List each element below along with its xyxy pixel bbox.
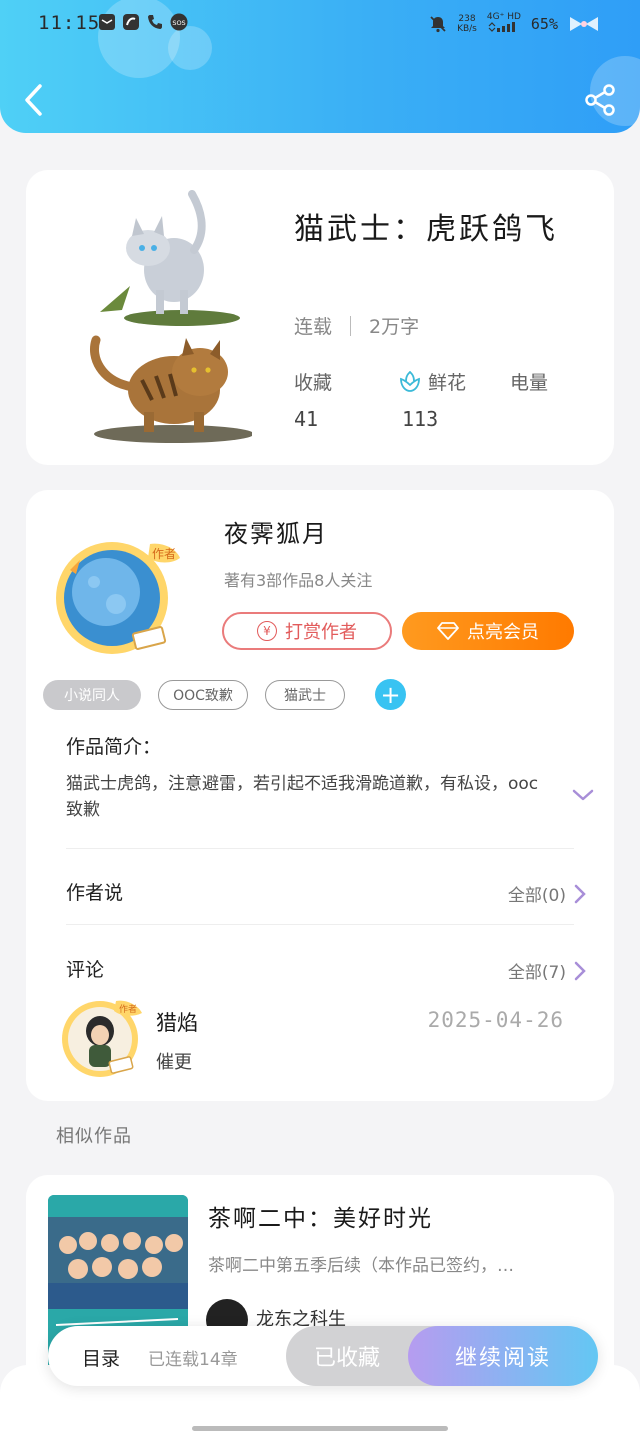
battery-icon: [570, 16, 598, 31]
divider: [66, 848, 574, 849]
intro-text: 猫武士虎鸽，注意避雷，若引起不适我滑跪道歉，有私设，ooc致歉: [66, 774, 539, 820]
power-label[interactable]: 电量: [510, 368, 548, 395]
call-icon: [148, 15, 162, 29]
similar-work-desc: 茶啊二中第五季后续（本作品已签约，…: [208, 1256, 514, 1276]
home-indicator[interactable]: [192, 1426, 448, 1431]
vip-label: 点亮会员: [467, 622, 539, 643]
commenter-badge-text: 作者: [119, 1003, 137, 1015]
status-notification-icons: SOS: [98, 13, 188, 31]
share-button[interactable]: [582, 82, 618, 118]
app-icon: [123, 14, 139, 30]
continue-reading-button[interactable]: 继续阅读: [408, 1326, 598, 1386]
similar-section-title: 相似作品: [56, 1126, 132, 1147]
commenter-name[interactable]: 猎焰: [156, 1007, 198, 1037]
serial-progress: 已连载14章: [148, 1350, 238, 1370]
net-speed-unit: KB/s: [457, 23, 477, 34]
comments-link[interactable]: 全部(7): [508, 958, 586, 983]
status-time: 11:15: [38, 12, 101, 34]
add-tag-button[interactable]: +: [375, 679, 406, 710]
comments-label: 评论: [66, 959, 105, 981]
book-status: 连载: [294, 316, 333, 338]
signal-icon: [488, 22, 515, 32]
diamond-icon: [437, 622, 459, 640]
divider: [66, 924, 574, 925]
commenter-avatar[interactable]: 作者: [60, 995, 144, 1079]
bottom-action-bar: 目录 已连载14章 已收藏 继续阅读: [48, 1326, 598, 1386]
author-name[interactable]: 夜霁狐月: [224, 514, 328, 549]
chevron-right-icon: [574, 961, 586, 980]
battery-percent: 65%: [530, 14, 558, 33]
author-badge-text: 作者: [152, 547, 176, 561]
book-info-card: 猫武士：虎跃鸽飞 连载 2万字 收藏 41 鲜花 113 电量: [26, 170, 614, 465]
book-word-count: 2万字: [369, 316, 420, 338]
tip-author-label: 打赏作者: [285, 622, 357, 643]
chevron-right-icon: [574, 884, 586, 903]
net-speed-value: 238: [458, 13, 476, 24]
favorites-label: 收藏: [294, 372, 333, 394]
comment-text: 催更: [156, 1052, 192, 1073]
intro-label: 作品简介：: [66, 736, 162, 758]
catalog-button[interactable]: 目录: [82, 1344, 120, 1371]
flowers-label: 鲜花: [428, 372, 467, 394]
comments-count: 全部(7): [507, 963, 566, 983]
header: 11:15 SOS 238 KB/s 4G⁺ HD 65%: [0, 0, 640, 133]
author-says-link[interactable]: 全部(0): [508, 881, 586, 906]
tip-author-button[interactable]: ¥ 打赏作者: [222, 612, 392, 650]
author-says-count: 全部(0): [507, 886, 566, 906]
similar-work-title: 茶啊二中：美好时光: [208, 1206, 433, 1232]
author-says-label: 作者说: [66, 882, 124, 904]
svg-text:SOS: SOS: [172, 19, 185, 27]
message-icon: [99, 14, 115, 30]
status-bar: 11:15 SOS 238 KB/s 4G⁺ HD 65%: [0, 0, 640, 50]
tag-chip[interactable]: 猫武士: [265, 680, 345, 710]
bell-muted-icon: [430, 15, 446, 32]
flower-icon: [400, 370, 420, 392]
chevron-down-icon[interactable]: [570, 786, 596, 804]
coin-icon: ¥: [257, 621, 277, 641]
tag-chip[interactable]: 小说同人: [43, 680, 141, 710]
status-system-icons: 238 KB/s 4G⁺ HD 65%: [429, 12, 600, 35]
sos-icon: SOS: [170, 13, 188, 31]
comment-date: 2025-04-26: [427, 1008, 564, 1032]
network-type-label: 4G⁺ HD: [486, 12, 521, 22]
author-works-info: 著有3部作品8人关注: [224, 571, 373, 590]
flowers-stat[interactable]: 鲜花: [398, 368, 466, 395]
vip-button[interactable]: 点亮会员: [402, 612, 574, 650]
book-title: 猫武士：虎跃鸽飞: [294, 212, 558, 247]
favorites-value: 41: [294, 407, 319, 431]
author-detail-card: 作者 夜霁狐月 著有3部作品8人关注 ¥ 打赏作者 点亮会员 小说同人 OOC致…: [26, 490, 614, 1101]
meta-divider: [350, 315, 352, 336]
tag-chip[interactable]: OOC致歉: [158, 680, 248, 710]
network-type: 4G⁺ HD: [487, 12, 521, 35]
author-avatar[interactable]: 作者: [50, 530, 184, 660]
net-speed: 238 KB/s: [457, 14, 477, 34]
book-cover-image[interactable]: [82, 190, 252, 445]
back-button[interactable]: [18, 80, 52, 120]
flowers-value: 113: [402, 407, 439, 431]
book-meta: 连载 2万字: [294, 312, 419, 339]
